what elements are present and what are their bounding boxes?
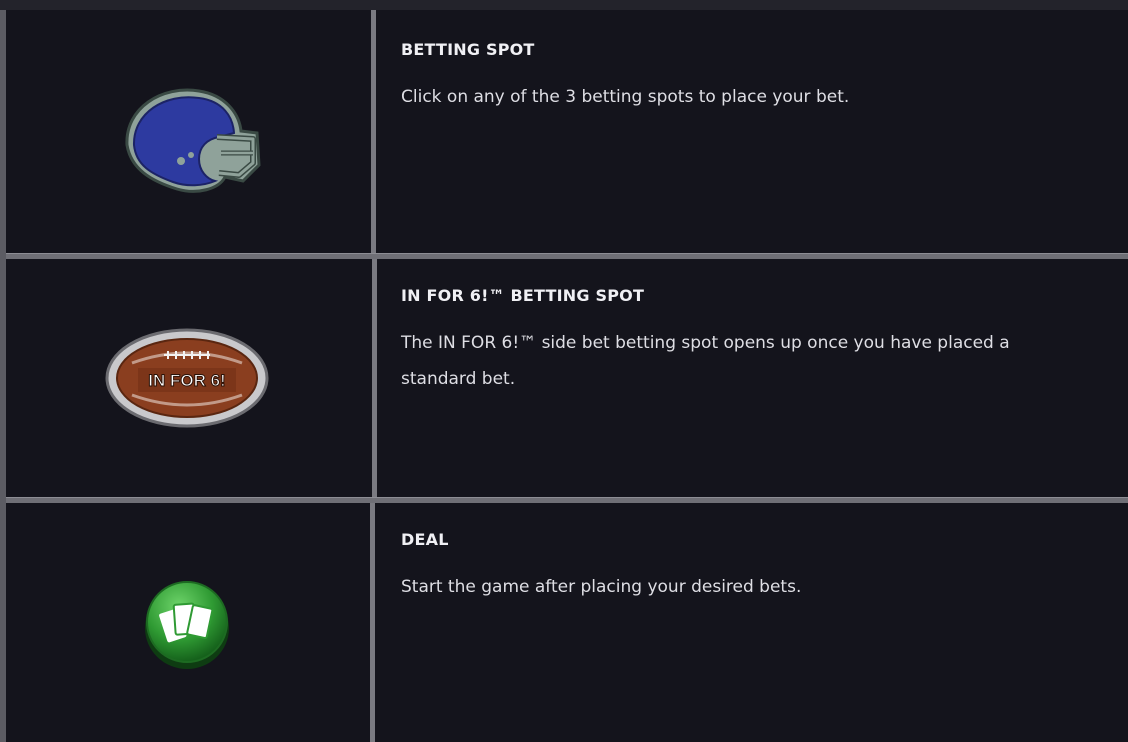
column-divider: [371, 10, 376, 253]
row-description: The IN FOR 6!™ side bet betting spot ope…: [401, 333, 1010, 389]
icon-cell: [0, 500, 373, 742]
column-divider: [370, 503, 375, 742]
icon-cell: IN FOR 6!: [0, 256, 373, 500]
row-title: IN FOR 6!™ BETTING SPOT: [401, 286, 645, 305]
row-description: Click on any of the 3 betting spots to p…: [401, 87, 850, 107]
help-table: BETTING SPOT Click on any of the 3 betti…: [0, 10, 1128, 742]
row-description: Start the game after placing your desire…: [401, 577, 802, 597]
in-for-6-football-icon: IN FOR 6!: [105, 328, 268, 428]
text-cell: BETTING SPOT Click on any of the 3 betti…: [373, 10, 1128, 256]
row-divider: [0, 253, 1128, 259]
top-strip: [0, 0, 1128, 10]
text-cell: DEAL Start the game after placing your d…: [373, 500, 1128, 742]
row-title: BETTING SPOT: [401, 40, 535, 59]
left-border: [0, 10, 6, 742]
football-label: IN FOR 6!: [148, 371, 225, 390]
table-row: BETTING SPOT Click on any of the 3 betti…: [0, 10, 1128, 256]
row-title: DEAL: [401, 530, 449, 549]
table-row: IN FOR 6! IN FOR 6!™ BETTING SPOT The IN…: [0, 256, 1128, 500]
column-divider: [372, 259, 377, 497]
text-cell: IN FOR 6!™ BETTING SPOT The IN FOR 6!™ s…: [373, 256, 1128, 500]
row-divider: [0, 497, 1128, 503]
help-page: BETTING SPOT Click on any of the 3 betti…: [0, 0, 1128, 742]
table-row: DEAL Start the game after placing your d…: [0, 500, 1128, 742]
icon-cell: [0, 10, 373, 256]
football-helmet-icon: [124, 88, 261, 193]
deal-cards-button-icon: [144, 581, 229, 669]
